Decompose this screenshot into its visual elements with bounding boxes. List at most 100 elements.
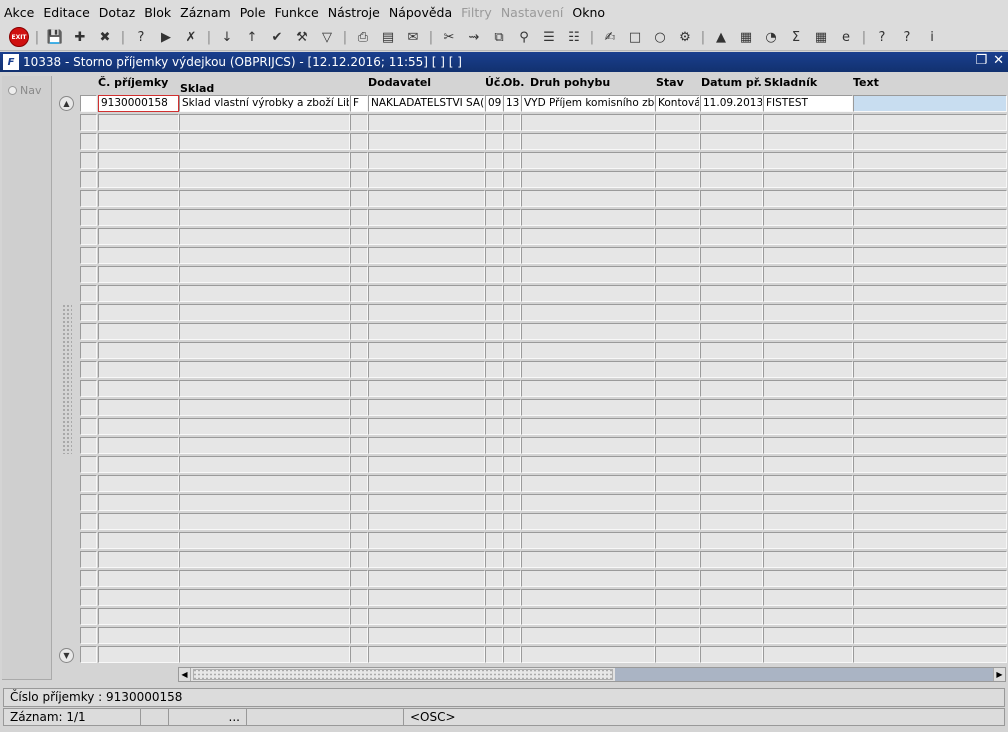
empty-cell[interactable]: [80, 456, 97, 473]
skladnik-field[interactable]: FISTEST: [763, 95, 853, 112]
empty-cell[interactable]: [350, 589, 368, 606]
empty-cell[interactable]: [485, 494, 503, 511]
empty-cell[interactable]: [655, 209, 700, 226]
empty-cell[interactable]: [521, 513, 655, 530]
empty-cell[interactable]: [521, 133, 655, 150]
empty-cell[interactable]: [853, 570, 1007, 587]
empty-cell[interactable]: [485, 247, 503, 264]
filter-button[interactable]: ▽: [316, 26, 338, 48]
empty-cell[interactable]: [350, 513, 368, 530]
tools-button[interactable]: ⚒: [291, 26, 313, 48]
empty-cell[interactable]: [98, 304, 179, 321]
empty-cell[interactable]: [485, 209, 503, 226]
gear-button[interactable]: ⚙: [674, 26, 696, 48]
empty-cell[interactable]: [98, 228, 179, 245]
empty-cell[interactable]: [853, 627, 1007, 644]
empty-cell[interactable]: [368, 570, 485, 587]
empty-cell[interactable]: [853, 551, 1007, 568]
empty-cell[interactable]: [368, 114, 485, 131]
empty-cell[interactable]: [80, 437, 97, 454]
empty-cell[interactable]: [80, 171, 97, 188]
empty-cell[interactable]: [700, 513, 763, 530]
empty-cell[interactable]: [763, 342, 853, 359]
empty-cell[interactable]: [763, 190, 853, 207]
empty-cell[interactable]: [763, 209, 853, 226]
empty-cell[interactable]: [503, 399, 521, 416]
cut-button[interactable]: ✂: [438, 26, 460, 48]
empty-cell[interactable]: [80, 209, 97, 226]
empty-cell[interactable]: [485, 589, 503, 606]
empty-cell[interactable]: [98, 608, 179, 625]
exit-button[interactable]: EXIT: [8, 26, 30, 48]
empty-cell[interactable]: [853, 304, 1007, 321]
empty-cell[interactable]: [655, 190, 700, 207]
empty-cell[interactable]: [503, 266, 521, 283]
empty-cell[interactable]: [80, 304, 97, 321]
execute-query-button[interactable]: ▶: [155, 26, 177, 48]
empty-cell[interactable]: [179, 646, 350, 663]
empty-cell[interactable]: [179, 152, 350, 169]
empty-cell[interactable]: [503, 627, 521, 644]
empty-cell[interactable]: [853, 418, 1007, 435]
empty-cell[interactable]: [700, 551, 763, 568]
ob-field[interactable]: 13: [503, 95, 521, 112]
empty-cell[interactable]: [368, 494, 485, 511]
empty-cell[interactable]: [700, 323, 763, 340]
empty-cell[interactable]: [521, 342, 655, 359]
empty-cell[interactable]: [485, 228, 503, 245]
empty-cell[interactable]: [368, 437, 485, 454]
empty-cell[interactable]: [853, 342, 1007, 359]
empty-cell[interactable]: [485, 266, 503, 283]
empty-cell[interactable]: [700, 304, 763, 321]
empty-cell[interactable]: [368, 399, 485, 416]
empty-cell[interactable]: [655, 513, 700, 530]
empty-cell[interactable]: [763, 361, 853, 378]
empty-cell[interactable]: [853, 380, 1007, 397]
sum-button[interactable]: Σ: [785, 26, 807, 48]
empty-cell[interactable]: [350, 133, 368, 150]
empty-cell[interactable]: [179, 475, 350, 492]
empty-cell[interactable]: [350, 323, 368, 340]
empty-cell[interactable]: [368, 589, 485, 606]
empty-cell[interactable]: [350, 608, 368, 625]
empty-cell[interactable]: [503, 342, 521, 359]
empty-cell[interactable]: [485, 646, 503, 663]
empty-cell[interactable]: [179, 551, 350, 568]
empty-cell[interactable]: [98, 152, 179, 169]
empty-cell[interactable]: [179, 589, 350, 606]
empty-cell[interactable]: [368, 209, 485, 226]
empty-cell[interactable]: [485, 418, 503, 435]
empty-cell[interactable]: [763, 475, 853, 492]
empty-cell[interactable]: [763, 532, 853, 549]
close-window-icon[interactable]: ✕: [993, 53, 1004, 68]
empty-cell[interactable]: [350, 228, 368, 245]
empty-cell[interactable]: [350, 247, 368, 264]
empty-cell[interactable]: [179, 285, 350, 302]
empty-cell[interactable]: [98, 133, 179, 150]
empty-cell[interactable]: [485, 361, 503, 378]
empty-cell[interactable]: [368, 361, 485, 378]
empty-cell[interactable]: [485, 551, 503, 568]
empty-cell[interactable]: [98, 437, 179, 454]
empty-cell[interactable]: [521, 152, 655, 169]
menu-nastroje[interactable]: Nástroje: [328, 5, 380, 20]
copy-button[interactable]: ⧉: [488, 26, 510, 48]
empty-cell[interactable]: [853, 361, 1007, 378]
empty-cell[interactable]: [853, 190, 1007, 207]
empty-cell[interactable]: [700, 228, 763, 245]
empty-cell[interactable]: [98, 361, 179, 378]
empty-cell[interactable]: [179, 133, 350, 150]
empty-cell[interactable]: [763, 133, 853, 150]
empty-cell[interactable]: [179, 608, 350, 625]
menu-filtry[interactable]: Filtry: [461, 5, 492, 20]
empty-cell[interactable]: [521, 570, 655, 587]
empty-cell[interactable]: [853, 152, 1007, 169]
empty-cell[interactable]: [655, 608, 700, 625]
empty-cell[interactable]: [80, 627, 97, 644]
empty-cell[interactable]: [700, 570, 763, 587]
empty-cell[interactable]: [655, 627, 700, 644]
empty-cell[interactable]: [521, 589, 655, 606]
empty-cell[interactable]: [80, 608, 97, 625]
horizontal-scroll-thumb[interactable]: [193, 669, 613, 680]
empty-cell[interactable]: [853, 171, 1007, 188]
